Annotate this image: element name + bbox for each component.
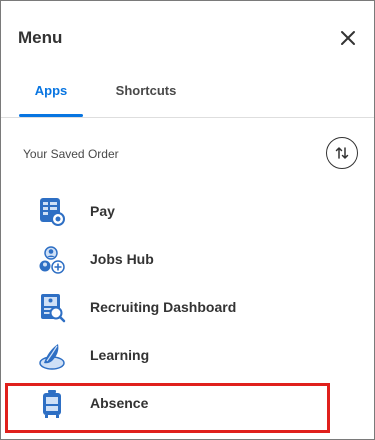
app-label-absence: Absence [90, 395, 149, 411]
app-item-learning[interactable]: Learning [1, 332, 374, 380]
tab-shortcuts-label: Shortcuts [115, 83, 177, 98]
pay-icon [40, 198, 65, 226]
tab-apps-label: Apps [34, 83, 68, 98]
jobs-hub-icon [39, 246, 65, 274]
tab-shortcuts[interactable]: Shortcuts [114, 81, 178, 117]
app-label-learning: Learning [90, 347, 150, 363]
recruiting-dashboard-icon [41, 294, 66, 323]
sort-arrows-icon [335, 147, 349, 159]
absence-icon [43, 390, 61, 418]
sort-order-button[interactable] [326, 137, 358, 169]
app-item-pay[interactable]: Pay [1, 188, 374, 236]
app-label-jobs-hub: Jobs Hub [90, 251, 154, 267]
app-item-absence[interactable]: Absence [1, 380, 374, 428]
saved-order-title: Your Saved Order [23, 147, 119, 161]
app-label-recruiting-dashboard: Recruiting Dashboard [90, 299, 237, 315]
close-icon[interactable] [337, 27, 359, 49]
menu-panel: Menu Apps Shortcuts Your Saved Order Pay… [0, 0, 375, 440]
active-tab-indicator [19, 114, 83, 117]
apps-list: Pay Jobs Hub Recruiting Dashboard Learni… [1, 188, 374, 428]
app-label-pay: Pay [90, 203, 115, 219]
learning-icon [39, 344, 65, 370]
menu-header: Menu Apps Shortcuts [1, 1, 374, 118]
app-item-recruiting-dashboard[interactable]: Recruiting Dashboard [1, 284, 374, 332]
app-item-jobs-hub[interactable]: Jobs Hub [1, 236, 374, 284]
menu-title: Menu [18, 28, 63, 47]
menu-tabs: Apps Shortcuts [1, 81, 374, 117]
saved-order-header: Your Saved Order [1, 118, 374, 188]
tab-apps[interactable]: Apps [19, 81, 83, 117]
